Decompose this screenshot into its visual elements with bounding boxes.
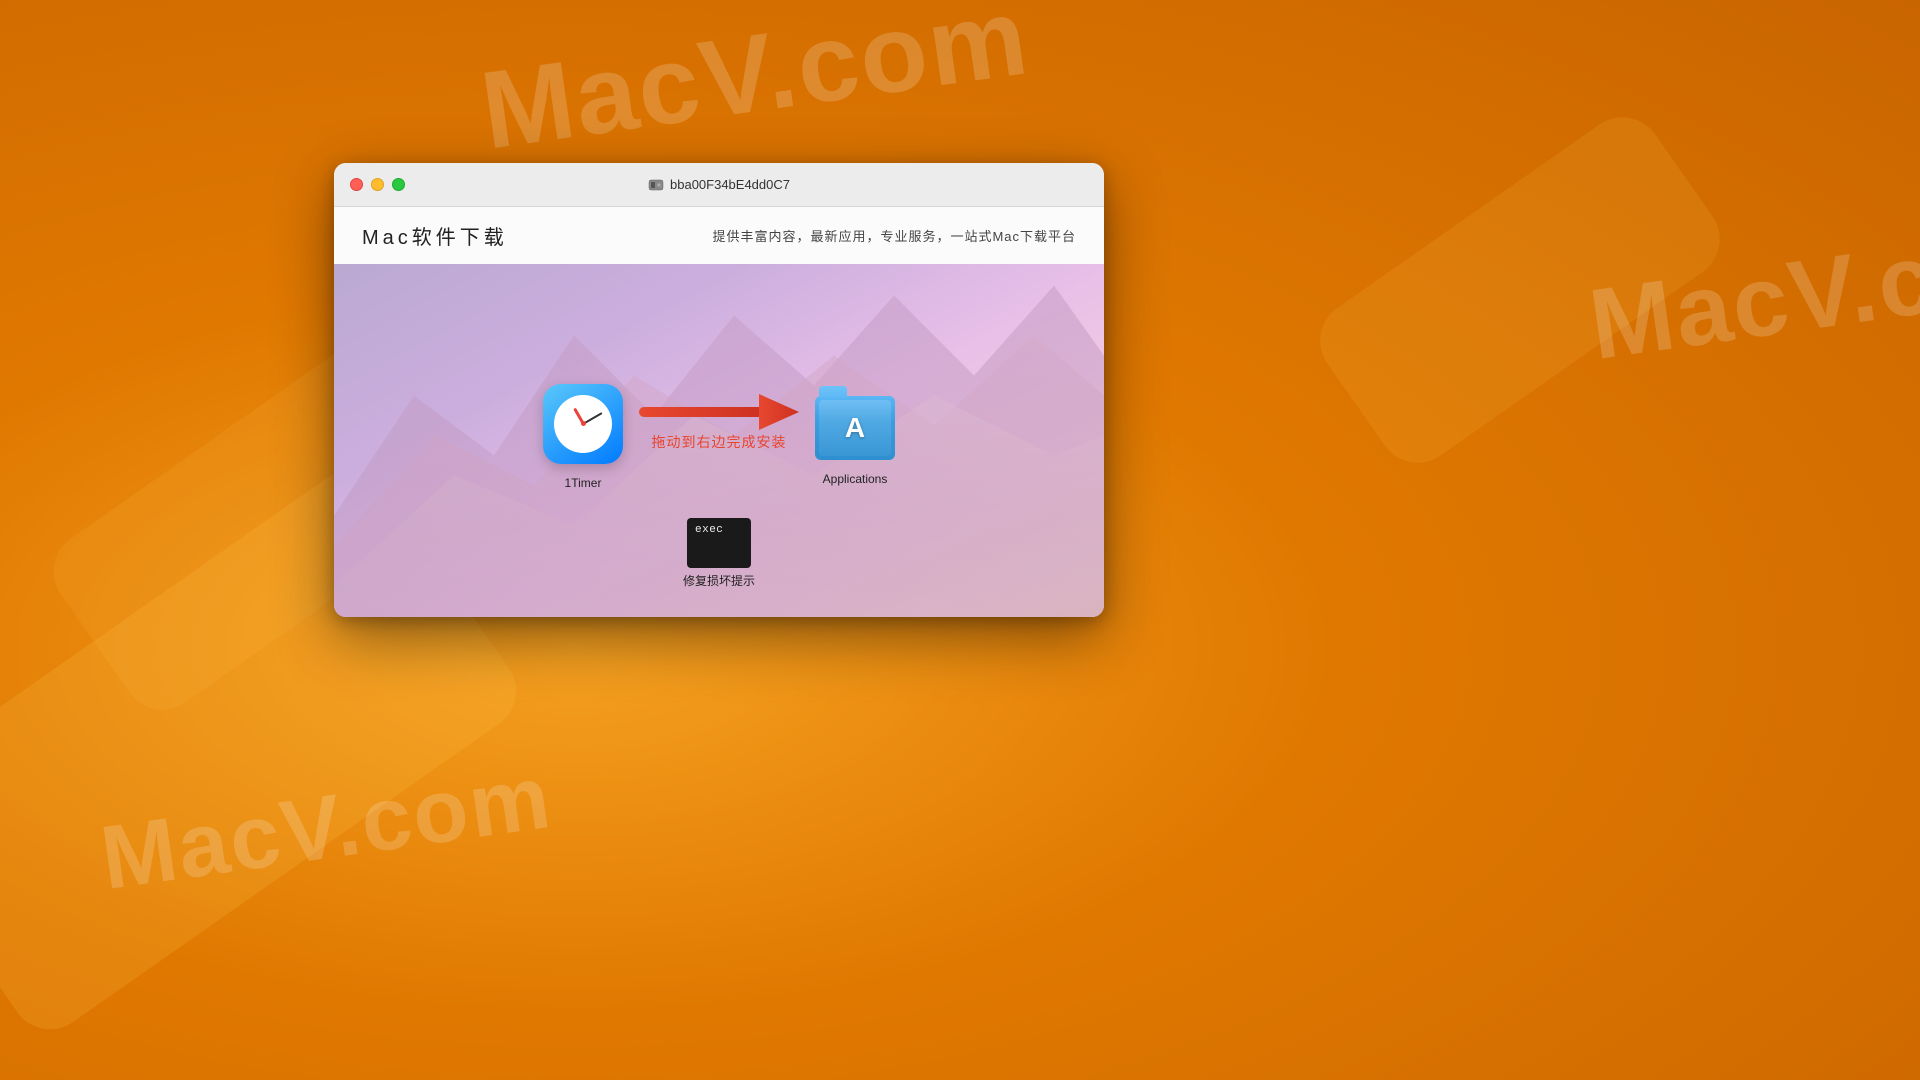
site-title: Mac软件下载 — [362, 221, 508, 250]
minimize-button[interactable] — [371, 178, 384, 191]
folder-tab — [819, 386, 847, 398]
arrow-container: 拖动到右边完成安装 — [623, 394, 815, 452]
close-button[interactable] — [350, 178, 363, 191]
drag-arrow-icon — [639, 394, 799, 430]
disk-icon — [648, 177, 664, 193]
folder-a-letter: A — [845, 412, 865, 444]
exec-text: exec — [695, 524, 723, 536]
dmg-window: bba00F34bE4dd0C7 Mac软件下载 提供丰富内容，最新应用，专业服… — [334, 163, 1104, 617]
window-title: bba00F34bE4dd0C7 — [670, 177, 790, 192]
applications-folder-label: Applications — [823, 472, 888, 486]
maximize-button[interactable] — [392, 178, 405, 191]
applications-folder-icon[interactable]: A — [815, 388, 895, 460]
titlebar-center: bba00F34bE4dd0C7 — [648, 177, 790, 193]
drag-instruction: 拖动到右边完成安装 — [652, 432, 787, 452]
exec-wrapper: exec 修复损坏提示 — [683, 518, 755, 589]
site-tagline: 提供丰富内容，最新应用，专业服务，一站式Mac下载平台 — [712, 226, 1076, 245]
titlebar: bba00F34bE4dd0C7 — [334, 163, 1104, 207]
dmg-area: 1Timer — [334, 264, 1104, 617]
app-icon-1timer[interactable] — [543, 384, 623, 464]
traffic-lights — [350, 178, 405, 191]
header-bar: Mac软件下载 提供丰富内容，最新应用，专业服务，一站式Mac下载平台 — [334, 207, 1104, 264]
folder-body: A — [815, 396, 895, 460]
installer-content: 1Timer — [334, 264, 1104, 617]
folder-inner: A — [819, 400, 891, 456]
window-content: Mac软件下载 提供丰富内容，最新应用，专业服务，一站式Mac下载平台 — [334, 207, 1104, 617]
clock-center — [581, 421, 586, 426]
clock-face — [554, 395, 612, 453]
exec-label: 修复损坏提示 — [683, 572, 755, 589]
app-icon-label: 1Timer — [565, 476, 602, 490]
clock-minute-hand — [583, 412, 603, 425]
applications-folder-wrapper: A Applications — [815, 388, 895, 486]
app-icon-wrapper: 1Timer — [543, 384, 623, 490]
exec-terminal-icon[interactable]: exec — [687, 518, 751, 568]
drag-install-row: 1Timer — [543, 384, 895, 490]
